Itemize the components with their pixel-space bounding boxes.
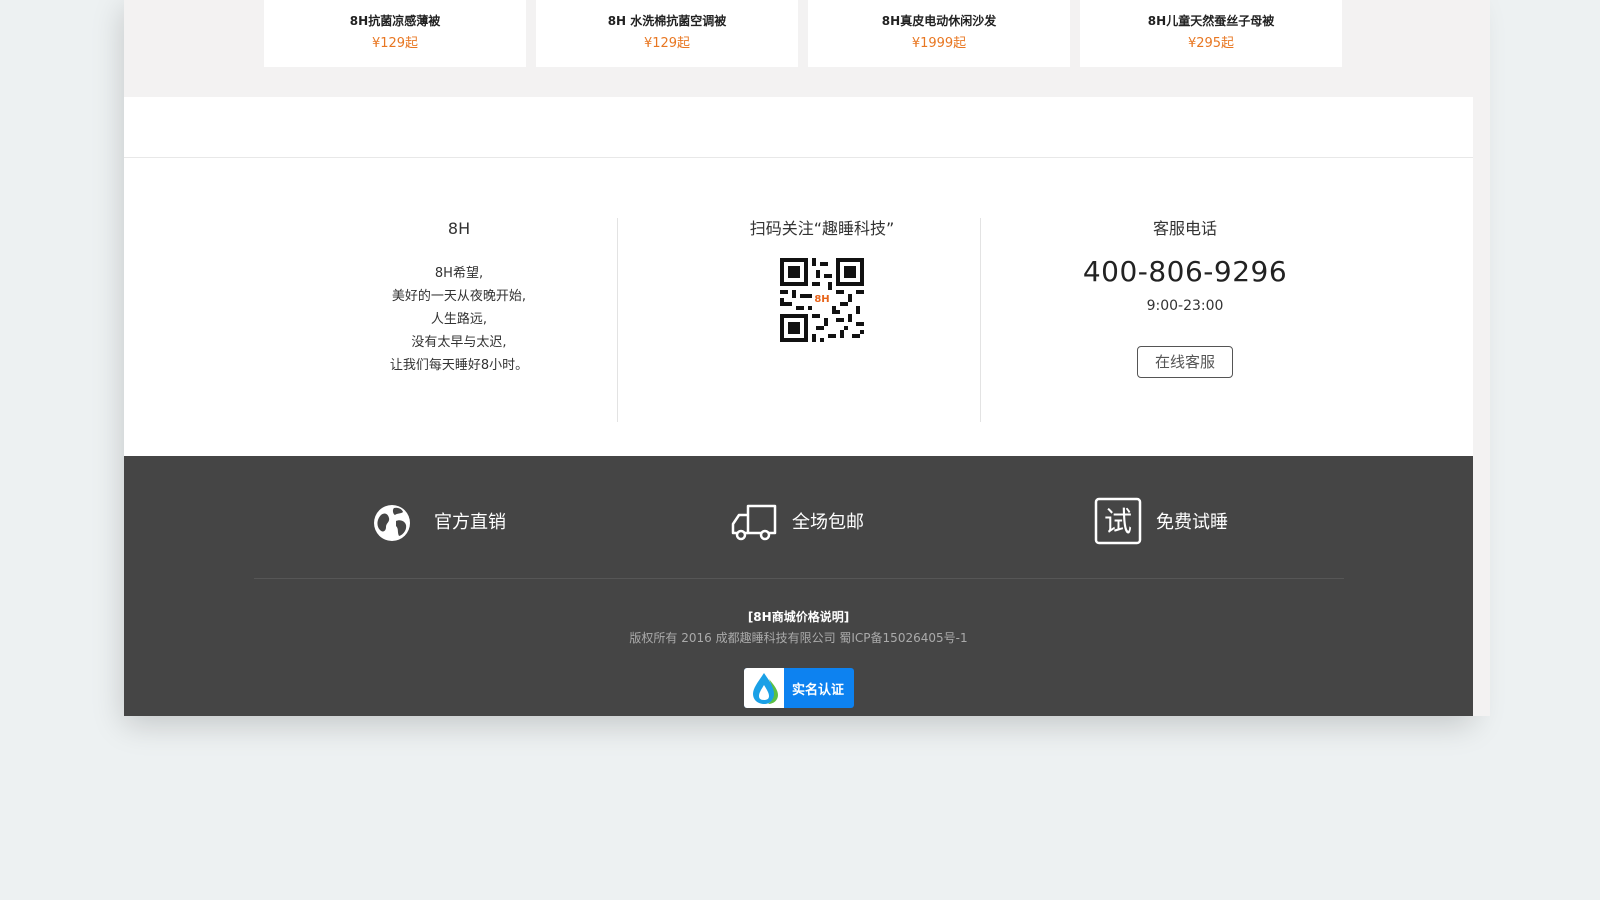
about-column: 8H 8H希望, 美好的一天从夜晚开始, 人生路远, 没有太早与太迟, 让我们每…	[324, 218, 594, 377]
product-name: 8H真皮电动休闲沙发	[881, 14, 997, 28]
info-section: 8H 8H希望, 美好的一天从夜晚开始, 人生路远, 没有太早与太迟, 让我们每…	[124, 158, 1473, 456]
drop-icon	[744, 668, 784, 708]
feature-free-trial: 试 免费试睡	[1094, 496, 1228, 546]
column-divider	[980, 218, 981, 422]
product-price: ¥1999起	[911, 36, 967, 51]
product-card[interactable]: 8H真皮电动休闲沙发 ¥1999起	[808, 0, 1070, 67]
footer: 官方直销 全场包邮 试 免费试睡 [8H商城价格说明] 版权所有 2016 成都…	[124, 456, 1473, 716]
contact-title: 客服电话	[1152, 219, 1217, 238]
globe-icon	[374, 505, 410, 541]
trial-icon-text: 试	[1104, 505, 1132, 538]
product-name: 8H 水洗棉抗菌空调被	[607, 14, 727, 28]
product-row: 8H抗菌凉感薄被 ¥129起 8H 水洗棉抗菌空调被 ¥129起 8H真皮电动休…	[264, 0, 1342, 67]
feature-label: 全场包邮	[792, 512, 864, 533]
spacer-band	[124, 97, 1473, 158]
qr-brand-logo: 8H	[813, 291, 831, 309]
page-container: 8H抗菌凉感薄被 ¥129起 8H 水洗棉抗菌空调被 ¥129起 8H真皮电动休…	[124, 0, 1473, 716]
slogan-line: 8H希望,	[434, 266, 484, 281]
product-price: ¥129起	[371, 36, 419, 51]
feature-label: 官方直销	[434, 512, 506, 533]
slogan-line: 美好的一天从夜晚开始,	[391, 289, 527, 304]
about-title: 8H	[447, 219, 471, 238]
qr-title: 扫码关注“趣睡科技”	[749, 219, 895, 238]
qr-column: 扫码关注“趣睡科技” 8H	[687, 218, 957, 342]
product-card[interactable]: 8H 水洗棉抗菌空调被 ¥129起	[536, 0, 798, 67]
product-card[interactable]: 8H儿童天然蚕丝子母被 ¥295起	[1080, 0, 1342, 67]
page-edge	[1473, 0, 1490, 716]
phone-number: 400-806-9296	[1082, 255, 1288, 288]
feature-free-shipping: 全场包邮	[730, 496, 864, 546]
column-divider	[617, 218, 618, 422]
service-hours: 9:00-23:00	[1146, 298, 1224, 314]
badge-label: 实名认证	[792, 682, 845, 698]
truck-icon	[731, 504, 777, 541]
product-name: 8H抗菌凉感薄被	[349, 14, 441, 28]
feature-label: 免费试睡	[1156, 512, 1228, 533]
feature-official: 官方直销	[372, 496, 506, 546]
product-price: ¥295起	[1187, 36, 1235, 51]
slogan-line: 让我们每天睡好8小时。	[389, 358, 529, 373]
slogan-line: 没有太早与太迟,	[411, 335, 507, 350]
product-name: 8H儿童天然蚕丝子母被	[1147, 14, 1275, 28]
footer-divider	[254, 578, 1344, 579]
copyright-text: 版权所有 2016 成都趣睡科技有限公司 蜀ICP备15026405号-1	[629, 631, 968, 645]
real-name-badge[interactable]: 实名认证	[744, 668, 854, 708]
trial-icon: 试	[1094, 497, 1142, 545]
contact-column: 客服电话 400-806-9296 9:00-23:00 在线客服	[1050, 218, 1320, 378]
qr-code-icon: 8H	[780, 258, 864, 342]
price-note-link[interactable]: [8H商城价格说明]	[124, 608, 1473, 625]
product-card[interactable]: 8H抗菌凉感薄被 ¥129起	[264, 0, 526, 67]
slogan-line: 人生路远,	[430, 312, 488, 327]
brand-slogan: 8H希望, 美好的一天从夜晚开始, 人生路远, 没有太早与太迟, 让我们每天睡好…	[324, 262, 594, 377]
online-service-button[interactable]: 在线客服	[1137, 346, 1233, 378]
product-price: ¥129起	[643, 36, 691, 51]
